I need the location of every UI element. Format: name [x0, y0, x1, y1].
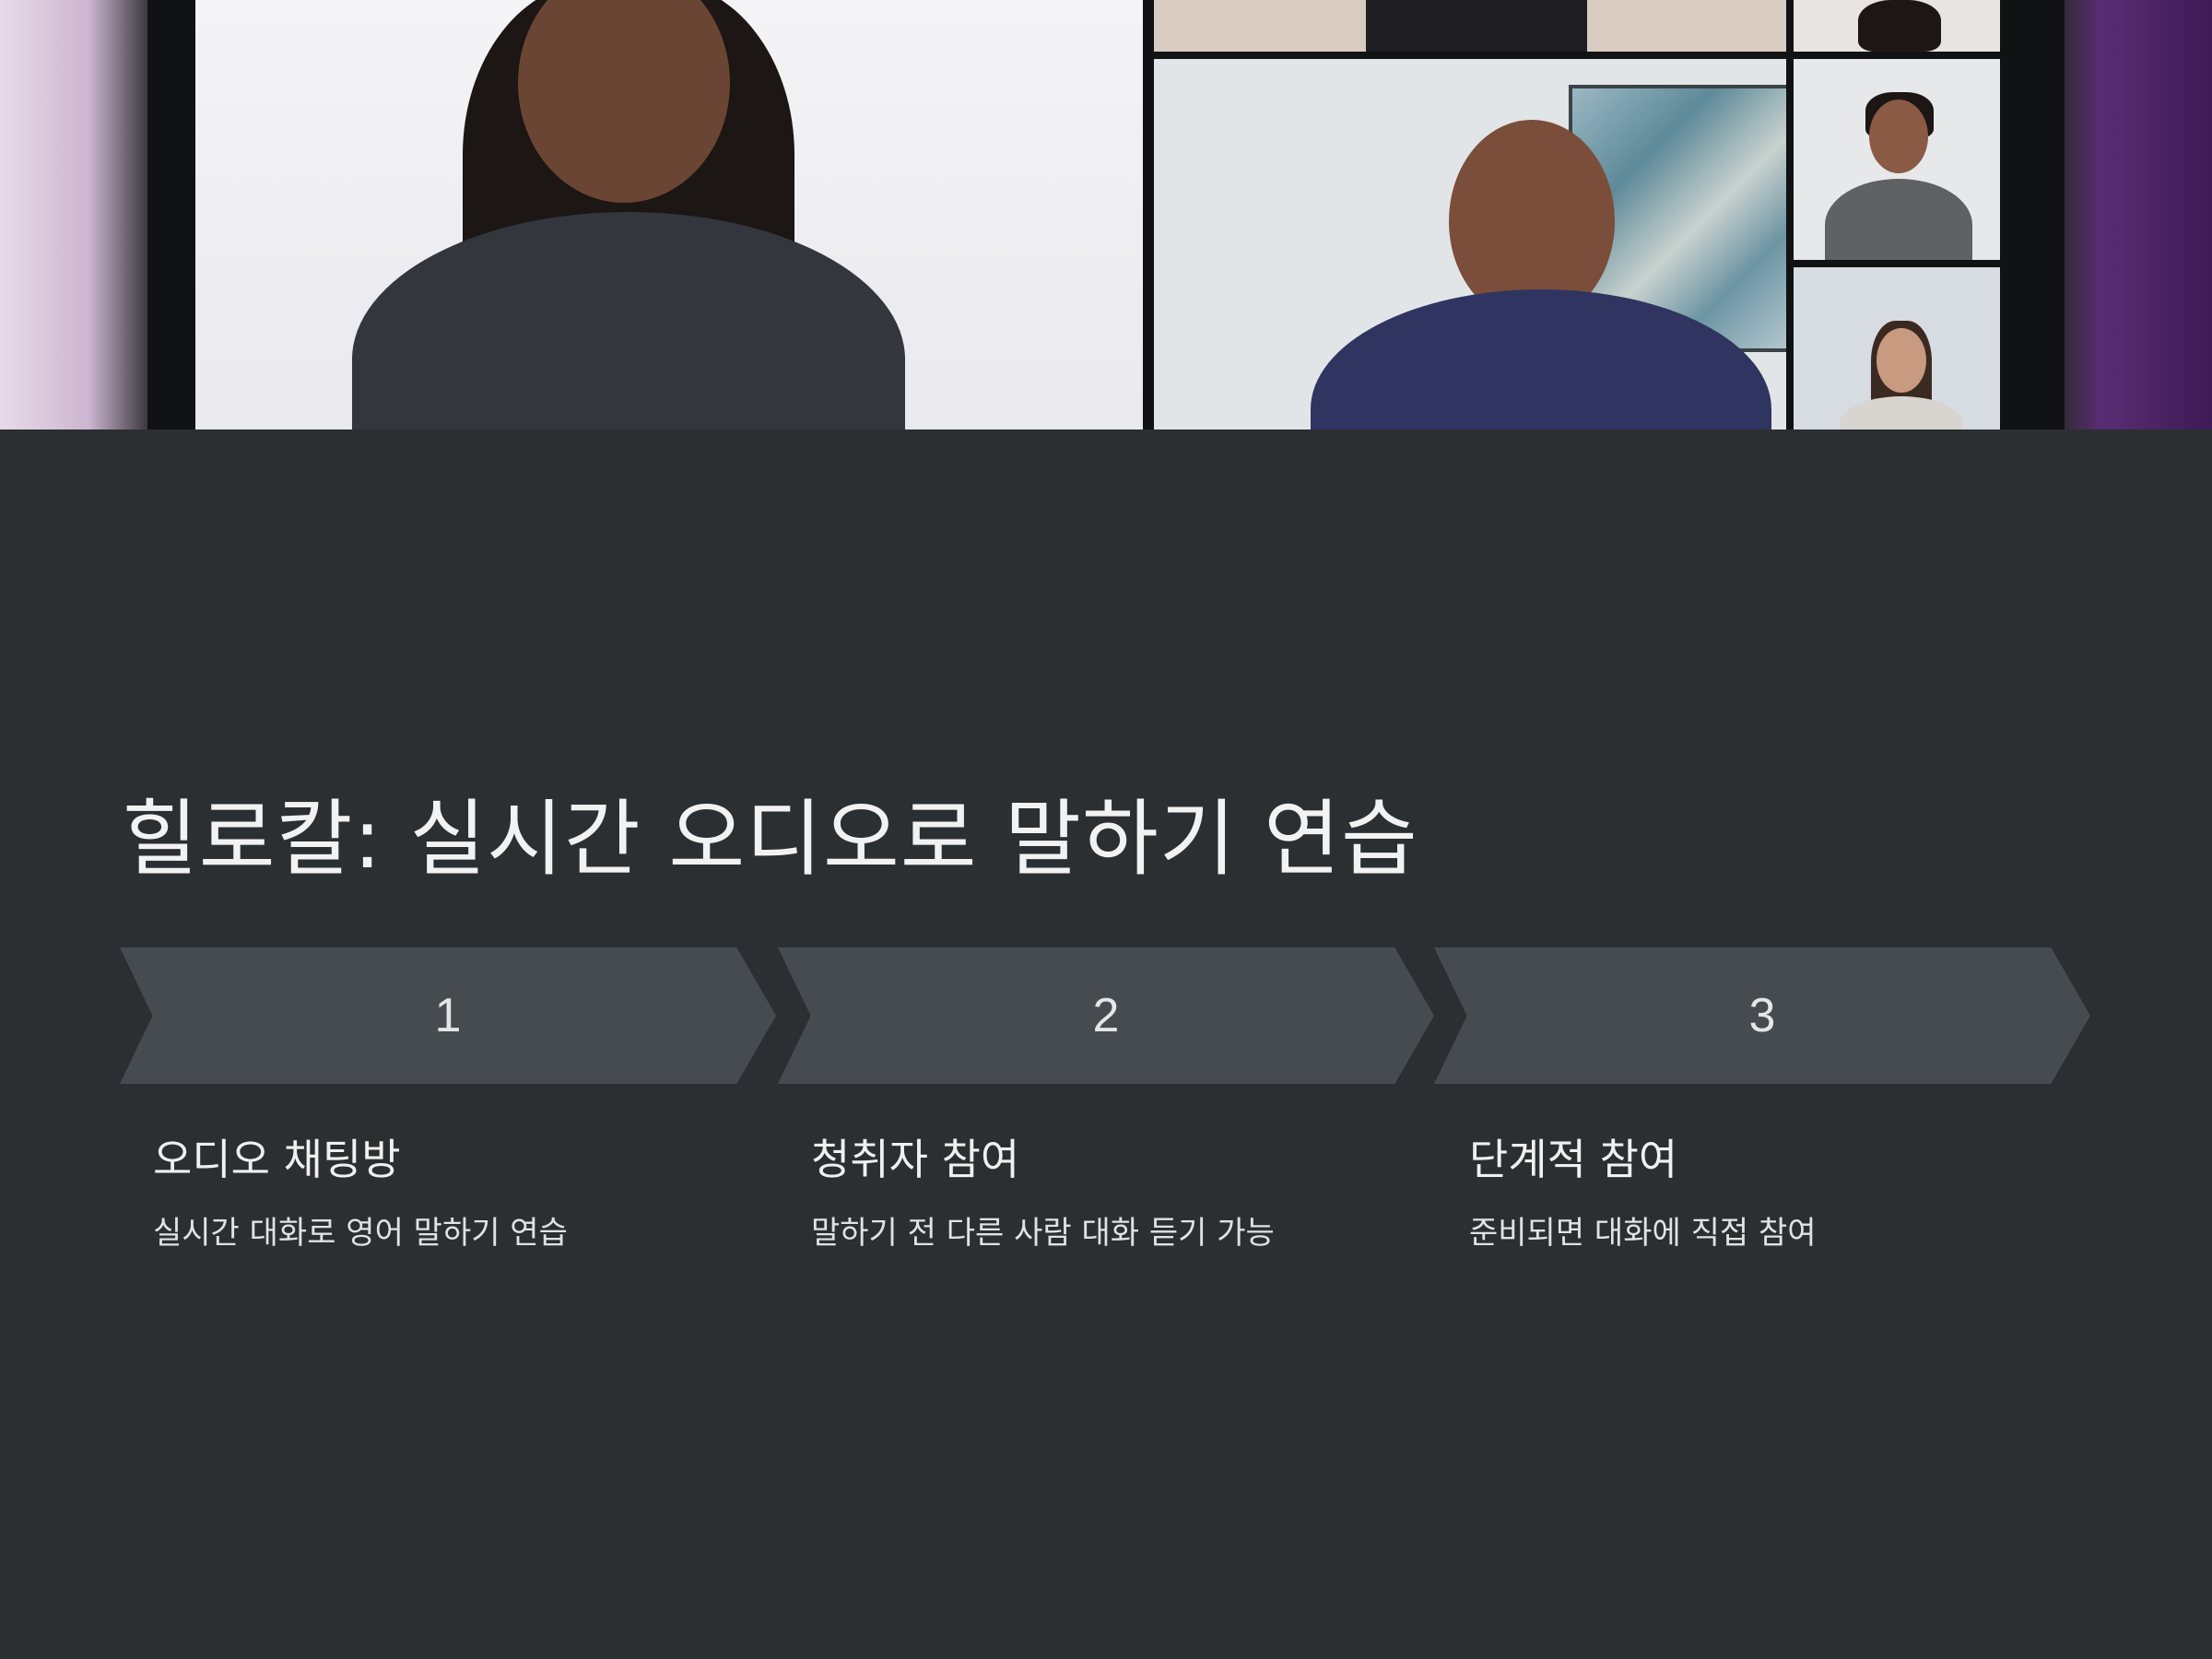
step-1-number: 1 [434, 989, 462, 1042]
step-2-description: 말하기 전 다른 사람 대화 듣기 가능 [811, 1215, 1275, 1252]
main-speaker-tile [195, 0, 1143, 429]
step-3-description: 준비되면 대화에 직접 참여 [1469, 1215, 1817, 1252]
step-2-title: 청취자 참여 [811, 1135, 1020, 1184]
step-2-chevron: 2 [778, 947, 1434, 1084]
slide: 힐로칼: 실시간 오디오로 말하기 연습 1 2 3 오디오 채팅방 실시간 대… [0, 0, 2212, 1659]
step-3: 단계적 참여 준비되면 대화에 직접 참여 [1469, 1123, 2059, 1263]
step-1: 오디오 채팅방 실시간 대화로 영어 말하기 연습 [153, 1123, 743, 1263]
process-chevrons: 1 2 3 [120, 947, 2092, 1084]
video-call-image [0, 0, 2212, 429]
participant-tile [1154, 59, 1786, 429]
page-title: 힐로칼: 실시간 오디오로 말하기 연습 [122, 791, 1418, 888]
participant-tile [1794, 267, 2000, 429]
step-1-chevron: 1 [120, 947, 776, 1084]
step-3-number: 3 [1748, 989, 1776, 1042]
step-2-number: 2 [1092, 989, 1120, 1042]
step-1-description: 실시간 대화로 영어 말하기 연습 [153, 1215, 568, 1252]
step-3-chevron: 3 [1434, 947, 2090, 1084]
participant-tile [1154, 0, 1786, 52]
participant-tile [1794, 0, 2000, 52]
step-3-title: 단계적 참여 [1469, 1135, 1678, 1184]
step-1-title: 오디오 채팅방 [153, 1135, 401, 1184]
step-2: 청취자 참여 말하기 전 다른 사람 대화 듣기 가능 [811, 1123, 1401, 1263]
participant-tile [1794, 59, 2000, 260]
